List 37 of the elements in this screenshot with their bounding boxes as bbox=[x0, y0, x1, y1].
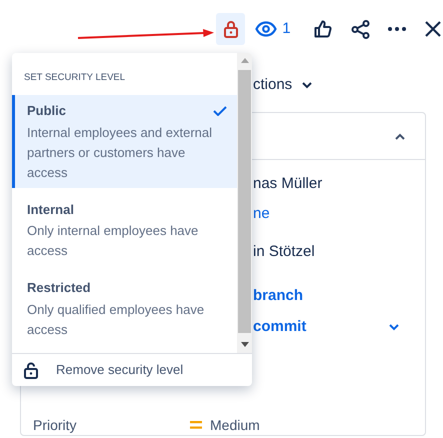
remove-security-button[interactable]: Remove security level bbox=[12, 354, 252, 386]
chevron-up-icon[interactable] bbox=[395, 132, 405, 140]
watch-button[interactable]: 1 bbox=[255, 18, 291, 40]
chevron-down-icon[interactable] bbox=[389, 324, 399, 330]
development-link[interactable]: commit bbox=[253, 316, 306, 338]
actions-dropdown[interactable]: ctions bbox=[253, 74, 312, 96]
field-link[interactable]: ne bbox=[253, 202, 270, 226]
lock-button[interactable] bbox=[216, 13, 246, 45]
lock-icon bbox=[222, 20, 239, 38]
field-label: Priority bbox=[33, 416, 78, 435]
security-option[interactable]: Restricted Only qualified employees have access bbox=[12, 272, 237, 344]
chevron-down-icon bbox=[302, 82, 312, 88]
scroll-down-icon[interactable] bbox=[240, 342, 248, 347]
option-title: Restricted bbox=[27, 279, 91, 297]
option-description: Internal employees and external partners or customers have access bbox=[27, 124, 214, 182]
thumbs-up-icon bbox=[314, 20, 332, 38]
option-description: Only internal employees have access bbox=[27, 222, 200, 260]
close-icon bbox=[424, 21, 441, 37]
menu-heading: SET SECURITY LEVEL bbox=[23, 71, 126, 85]
option-title: Public bbox=[27, 102, 66, 120]
field-value: in Stötzel bbox=[253, 242, 315, 262]
like-button[interactable] bbox=[312, 18, 333, 40]
share-button[interactable] bbox=[350, 18, 371, 40]
scrollbar[interactable] bbox=[237, 53, 252, 353]
more-icon bbox=[388, 27, 406, 31]
check-icon bbox=[213, 106, 227, 116]
unlocked-icon bbox=[24, 362, 38, 378]
field-value: nas Müller bbox=[253, 174, 322, 194]
share-icon bbox=[351, 20, 370, 38]
security-option[interactable]: Internal Only internal employees have access bbox=[12, 194, 237, 266]
option-title: Internal bbox=[27, 200, 74, 218]
eye-icon bbox=[255, 21, 278, 37]
security-option[interactable]: Public Internal employees and external partners or customers have access bbox=[12, 95, 237, 188]
priority-medium-icon bbox=[190, 421, 202, 429]
field-value: Medium bbox=[210, 416, 260, 434]
option-description: Only qualified employees have access bbox=[27, 300, 206, 338]
development-link[interactable]: branch bbox=[253, 284, 304, 308]
